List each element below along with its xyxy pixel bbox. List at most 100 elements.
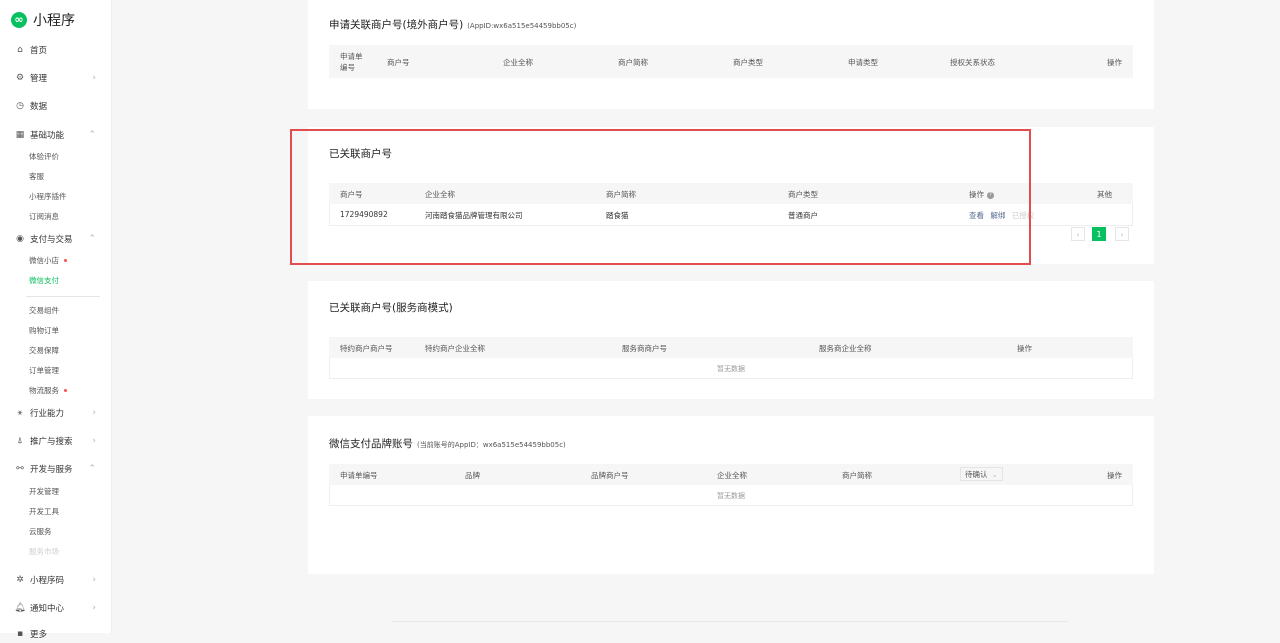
bell-icon: 🔔︎ bbox=[14, 603, 26, 613]
card-title-text: 微信支付品牌账号 bbox=[329, 438, 413, 450]
th-merchant-type: 商户类型 bbox=[733, 58, 763, 67]
nav-promo[interactable]: ⍋ 推广与搜索 › bbox=[14, 432, 104, 450]
th-merchant-id: 商户号 bbox=[340, 190, 363, 199]
clock-icon: ◷ bbox=[16, 101, 24, 111]
table-header: 申请单编号 品牌 品牌商户号 企业全称 商户简称 待确认 ⌄ 操作 bbox=[329, 464, 1133, 485]
new-badge-dot bbox=[64, 388, 67, 392]
nav-sub-service[interactable]: 客服 bbox=[29, 169, 44, 183]
nav-notify[interactable]: 🔔︎ 通知中心 › bbox=[14, 599, 104, 617]
table-header: 特约商户商户号 特约商户企业全称 服务商商户号 服务商企业全称 操作 bbox=[329, 337, 1133, 358]
page-number-button[interactable]: 1 bbox=[1092, 227, 1106, 241]
nav-sub-trade-guarantee[interactable]: 交易保障 bbox=[29, 343, 59, 357]
nav-more[interactable]: ▪ 更多 bbox=[14, 625, 104, 643]
card-overseas-merchant: 申请关联商户号(境外商户号) (AppID:wx6a515e54459bb05c)… bbox=[308, 0, 1154, 109]
chevron-up-icon: ⌃ bbox=[88, 234, 96, 244]
nav-manage-label: 管理 bbox=[30, 74, 48, 84]
mini-program-logo-icon: ∞ bbox=[11, 12, 27, 28]
app-title: 小程序 bbox=[33, 13, 75, 29]
home-icon: ⌂ bbox=[17, 45, 23, 55]
industry-icon: ⚹ bbox=[17, 408, 23, 418]
sidebar: ∞ 小程序 ⌂ 首页 ⚙ 管理 › ◷ 数据 ▦ 基础功能 ⌃ 体验评价 客服 … bbox=[0, 0, 112, 640]
card-service-provider-merchant: 已关联商户号(服务商模式) 特约商户商户号 特约商户企业全称 服务商商户号 服务… bbox=[308, 281, 1154, 399]
nav-data-label: 数据 bbox=[30, 102, 48, 112]
prev-page-button[interactable]: ‹ bbox=[1071, 227, 1085, 241]
nav-sub-plugin[interactable]: 小程序插件 bbox=[29, 189, 67, 203]
help-icon[interactable]: ? bbox=[987, 191, 994, 199]
nav-sub-cloud[interactable]: 云服务 bbox=[29, 524, 52, 538]
nav-dev-label: 开发与服务 bbox=[30, 465, 73, 475]
nav-sub-subscribe[interactable]: 订阅消息 bbox=[29, 209, 59, 223]
chevron-right-icon: › bbox=[92, 436, 96, 446]
nav-sub-order-manage[interactable]: 订单管理 bbox=[29, 363, 59, 377]
chevron-right-icon: › bbox=[92, 408, 96, 418]
nav-home[interactable]: ⌂ 首页 bbox=[14, 41, 104, 59]
nav-more-label: 更多 bbox=[30, 630, 48, 640]
table-header: 申请单编号 商户号 企业全称 商户简称 商户类型 申请类型 授权关系状态 操作 bbox=[329, 45, 1133, 78]
th-company: 企业全称 bbox=[717, 471, 747, 480]
dev-service-icon: ⚯ bbox=[16, 464, 24, 474]
nav-code[interactable]: ✲ 小程序码 › bbox=[14, 571, 104, 589]
nav-sub-dev-tools[interactable]: 开发工具 bbox=[29, 504, 59, 518]
nav-pay[interactable]: ◉ 支付与交易 ⌃ bbox=[14, 230, 104, 248]
th-apply-no: 申请单编号 bbox=[340, 471, 378, 480]
th-merchant-type: 商户类型 bbox=[788, 190, 818, 199]
settings-icon: ⚙ bbox=[15, 73, 25, 83]
th-action: 操作 bbox=[1107, 58, 1122, 67]
table-header: 商户号 企业全称 商户简称 商户类型 操作? 其他 bbox=[329, 183, 1133, 204]
table-empty: 暂无数据 bbox=[329, 485, 1133, 506]
nav-sub-logistics[interactable]: 物流服务 bbox=[29, 383, 67, 397]
card-title: 已关联商户号(服务商模式) bbox=[329, 302, 453, 314]
th-sub-merchant-id: 特约商户商户号 bbox=[340, 344, 393, 353]
unbind-link[interactable]: 解绑 bbox=[990, 211, 1005, 220]
nav-sub-logistics-label: 物流服务 bbox=[29, 385, 59, 395]
nav-sub-review[interactable]: 体验评价 bbox=[29, 149, 59, 163]
nav-sub-dev-manage[interactable]: 开发管理 bbox=[29, 484, 59, 498]
cell-merchant-type: 普通商户 bbox=[788, 211, 818, 220]
card-title: 已关联商户号 bbox=[329, 148, 392, 160]
new-badge-dot bbox=[64, 258, 67, 262]
cell-company: 河南踏食猫品牌管理有限公司 bbox=[425, 211, 523, 220]
th-auth-status: 授权关系状态 bbox=[950, 58, 995, 67]
nav-pay-label: 支付与交易 bbox=[30, 235, 73, 245]
table-row: 1729490892 河南踏食猫品牌管理有限公司 踏食猫 普通商户 查看 解绑 … bbox=[329, 204, 1133, 226]
nav-home-label: 首页 bbox=[30, 46, 48, 56]
nav-divider bbox=[26, 296, 100, 297]
nav-dev[interactable]: ⚯ 开发与服务 ⌃ bbox=[14, 460, 104, 478]
nav-data[interactable]: ◷ 数据 bbox=[14, 97, 104, 115]
nav-sub-shop[interactable]: 微信小店 bbox=[29, 253, 67, 267]
chevron-right-icon: › bbox=[92, 73, 96, 83]
view-link[interactable]: 查看 bbox=[969, 211, 984, 220]
nav-basic[interactable]: ▦ 基础功能 ⌃ bbox=[14, 126, 104, 144]
authorized-label: 已授权 bbox=[1011, 211, 1035, 220]
nav-sub-shopping-orders[interactable]: 购物订单 bbox=[29, 323, 59, 337]
nav-manage[interactable]: ⚙ 管理 › bbox=[14, 69, 104, 87]
cell-merchant-id: 1729490892 bbox=[340, 210, 388, 219]
th-provider-company: 服务商企业全称 bbox=[819, 344, 872, 353]
nav-industry[interactable]: ⚹ 行业能力 › bbox=[14, 404, 104, 422]
card-appid: (AppID:wx6a515e54459bb05c) bbox=[467, 22, 577, 30]
chevron-up-icon: ⌃ bbox=[88, 464, 96, 474]
th-company: 企业全称 bbox=[503, 58, 533, 67]
table-empty: 暂无数据 bbox=[329, 358, 1133, 379]
status-filter-select[interactable]: 待确认 ⌄ bbox=[960, 467, 1003, 481]
th-merchant-id: 商户号 bbox=[387, 58, 410, 67]
card-title: 微信支付品牌账号 (当前账号的AppID：wx6a515e54459bb05c) bbox=[329, 436, 566, 451]
th-other: 其他 bbox=[1097, 190, 1112, 199]
card-appid: (当前账号的AppID：wx6a515e54459bb05c) bbox=[417, 441, 566, 449]
card-linked-merchant: 已关联商户号 商户号 企业全称 商户简称 商户类型 操作? 其他 1729490… bbox=[308, 127, 1154, 264]
app-logo[interactable]: ∞ 小程序 bbox=[11, 10, 75, 30]
th-action: 操作? bbox=[969, 189, 994, 200]
nav-sub-trade-component[interactable]: 交易组件 bbox=[29, 303, 59, 317]
nav-sub-market[interactable]: 服务市场 bbox=[29, 544, 59, 558]
th-company: 企业全称 bbox=[425, 190, 455, 199]
th-short-name: 商户简称 bbox=[842, 471, 872, 480]
promotion-icon: ⍋ bbox=[17, 436, 23, 446]
footer-divider bbox=[392, 621, 1068, 622]
chevron-up-icon: ⌃ bbox=[88, 130, 96, 140]
nav-sub-shop-label: 微信小店 bbox=[29, 255, 59, 265]
nav-sub-wechat-pay[interactable]: 微信支付 bbox=[29, 273, 59, 287]
empty-text: 暂无数据 bbox=[717, 365, 745, 373]
th-apply-no: 申请单编号 bbox=[340, 52, 363, 72]
next-page-button[interactable]: › bbox=[1115, 227, 1129, 241]
chevron-down-icon: ⌄ bbox=[991, 469, 998, 479]
